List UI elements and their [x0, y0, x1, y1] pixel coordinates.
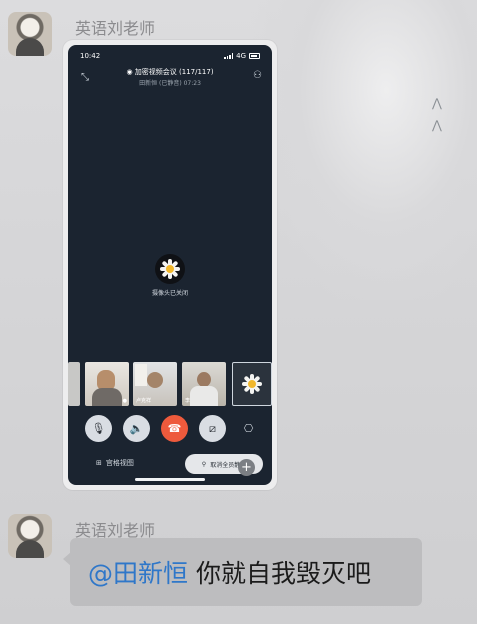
daisy-avatar-icon: [155, 254, 185, 284]
meeting-header: ◉ 加密视频会议 (117/117) 田新恒 (已静音) 07:23: [68, 67, 272, 87]
leaf-decoration-icon: ⋀: [432, 118, 442, 132]
switch-camera-icon: ⎔: [243, 422, 254, 435]
participant-name: 卢克祥: [136, 398, 152, 404]
battery-icon: [249, 53, 260, 59]
avatar[interactable]: [8, 12, 52, 56]
plus-icon: +: [238, 459, 255, 476]
participant-tile: 卢克祥: [133, 362, 177, 406]
user-icon: ⚲: [201, 460, 207, 468]
network-type: 4G: [236, 52, 246, 60]
camera-off-label: 摄像头已关闭: [151, 290, 188, 297]
leaf-decoration-icon: ⋀: [432, 96, 442, 110]
participant-name: 李静超: [185, 398, 201, 404]
status-time: 10:42: [80, 52, 101, 60]
message-text: 你就自我毁灭吧: [196, 559, 372, 588]
hangup-icon: ☎: [161, 415, 188, 442]
image-message[interactable]: 10:42 4G ⤡ ◉ 加密视频会议 (117/117) 田新恒 (已静音) …: [63, 40, 277, 490]
participant-tile: ●: [85, 362, 129, 406]
grid-view-button: ⊞ 宫格视图: [96, 459, 134, 467]
participant-tile: [232, 362, 272, 406]
grid-icon: ⊞: [96, 459, 102, 467]
sender-name: 英语刘老师: [75, 19, 156, 38]
mic-off-icon: 🎙: [85, 415, 112, 442]
daisy-icon: [242, 374, 262, 394]
signal-icon: [224, 53, 234, 59]
mention-link[interactable]: @田新恒: [88, 554, 188, 590]
status-bar: 10:42 4G: [80, 50, 260, 62]
meeting-title: ◉ 加密视频会议 (117/117): [126, 68, 214, 76]
participant-tile: 李静超: [182, 362, 226, 406]
camera-off-icon: ⧄: [199, 415, 226, 442]
speaker-icon: 🔈: [123, 415, 150, 442]
meeting-bottom-bar: ⊞ 宫格视图 ⚲ 取消全员静音 +: [68, 453, 272, 476]
meeting-screenshot: 10:42 4G ⤡ ◉ 加密视频会议 (117/117) 田新恒 (已静音) …: [68, 45, 272, 485]
chat-background-art: [250, 0, 477, 300]
meeting-subtitle: 田新恒 (已静音) 07:23: [139, 80, 201, 87]
participant-strip: ● 卢克祥 李静超: [68, 362, 272, 406]
mic-icon: ●: [122, 398, 127, 404]
participants-icon: ⚇: [253, 70, 262, 81]
participant-tile: [68, 362, 80, 406]
text-message-bubble[interactable]: @田新恒 你就自我毁灭吧: [63, 538, 422, 606]
home-indicator: [135, 478, 205, 481]
avatar[interactable]: [8, 514, 52, 558]
meeting-controls: 🎙 🔈 ☎ ⧄ ⎔: [68, 415, 272, 445]
